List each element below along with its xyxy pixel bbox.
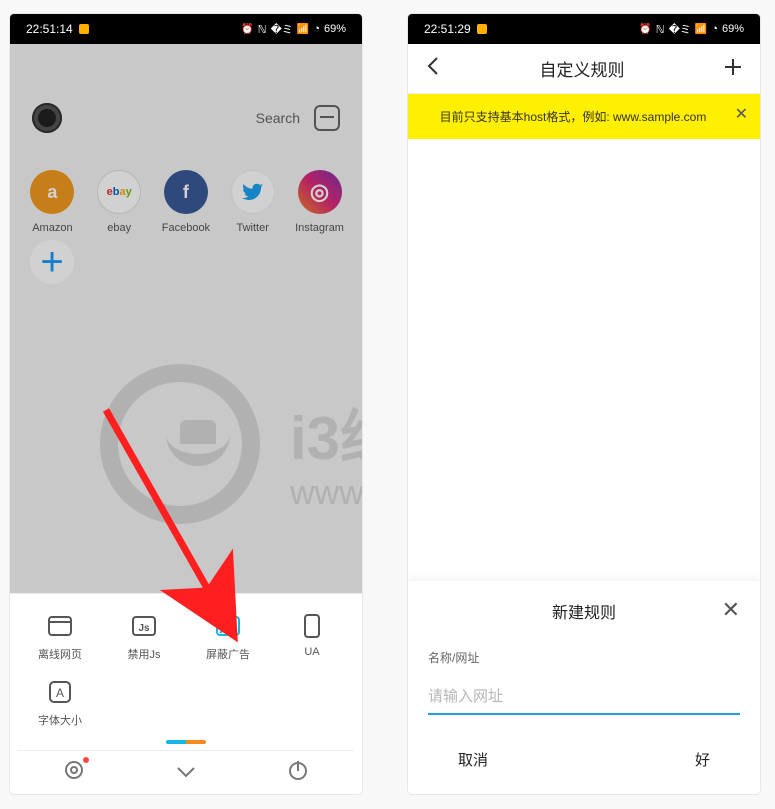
status-bar: 22:51:14 ℕ �ミ ◔ 69% bbox=[10, 14, 362, 44]
twitter-bird-icon bbox=[242, 181, 264, 203]
alarm-icon bbox=[241, 23, 253, 35]
add-rule-button[interactable] bbox=[724, 56, 742, 82]
qr-scan-icon[interactable] bbox=[314, 105, 340, 131]
tool-font-size[interactable]: A 字体大小 bbox=[18, 674, 102, 740]
plus-icon: + bbox=[30, 240, 74, 284]
tool-ua[interactable]: UA bbox=[270, 608, 354, 674]
close-banner-button[interactable]: ✕ bbox=[735, 104, 748, 124]
modal-title: 新建规则 bbox=[552, 599, 616, 623]
shortcut-ebay[interactable]: ebay ebay bbox=[95, 170, 144, 234]
add-shortcut-button[interactable]: + bbox=[30, 240, 74, 284]
signal-icon bbox=[297, 23, 309, 35]
svg-text:A: A bbox=[56, 686, 64, 700]
info-banner: 目前只支持基本host格式，例如: www.sample.com ✕ bbox=[408, 94, 760, 139]
chevron-down-icon bbox=[176, 766, 196, 778]
alarm-icon bbox=[639, 23, 651, 35]
status-indicator-icon bbox=[477, 24, 487, 34]
search-bar[interactable]: Search bbox=[10, 82, 362, 154]
battery-icon: ◔ bbox=[711, 23, 718, 35]
url-input[interactable] bbox=[428, 678, 740, 715]
power-icon bbox=[287, 759, 309, 781]
page-title: 自定义规则 bbox=[540, 56, 625, 81]
sheet-handle-icon[interactable] bbox=[166, 740, 206, 744]
back-button[interactable] bbox=[426, 56, 440, 82]
signal-icon bbox=[695, 23, 707, 35]
shortcut-amazon[interactable]: a Amazon bbox=[28, 170, 77, 234]
battery-text: 69% bbox=[722, 23, 744, 35]
status-time: 22:51:14 bbox=[26, 22, 73, 36]
notification-dot-icon bbox=[83, 757, 89, 763]
cancel-button[interactable]: 取消 bbox=[458, 749, 488, 770]
nfc-icon: ℕ bbox=[656, 23, 665, 36]
status-indicator-icon bbox=[79, 24, 89, 34]
nav-settings-button[interactable] bbox=[63, 759, 85, 787]
ok-button[interactable]: 好 bbox=[695, 749, 710, 770]
shortcut-instagram[interactable]: ◎ Instagram bbox=[295, 170, 344, 234]
tool-adblock[interactable]: AD 屏蔽广告 bbox=[186, 608, 270, 674]
info-banner-text: 目前只支持基本host格式，例如: www.sample.com bbox=[440, 110, 707, 124]
tools-bottom-sheet: 离线网页 Js 禁用Js AD 屏蔽广告 UA bbox=[10, 593, 362, 794]
font-size-icon: A bbox=[45, 680, 75, 704]
bottom-navbar bbox=[18, 750, 354, 794]
plus-icon bbox=[724, 58, 742, 76]
phone-right: 22:51:29 ℕ �ミ ◔ 69% 自定义规则 目前只支持基本host格式，… bbox=[408, 14, 760, 794]
wifi-icon: �ミ bbox=[669, 21, 691, 37]
field-label: 名称/网址 bbox=[428, 649, 740, 666]
chevron-left-icon bbox=[426, 56, 440, 76]
status-time: 22:51:29 bbox=[424, 22, 471, 36]
wifi-icon: �ミ bbox=[271, 21, 293, 37]
tool-offline-pages[interactable]: 离线网页 bbox=[18, 608, 102, 674]
battery-icon: ◔ bbox=[313, 23, 320, 35]
svg-text:Js: Js bbox=[138, 623, 150, 634]
shortcut-twitter[interactable]: Twitter bbox=[228, 170, 277, 234]
shortcut-row: a Amazon ebay ebay f Facebook Twitter ◎ … bbox=[10, 170, 362, 234]
search-label: Search bbox=[256, 110, 300, 126]
js-icon: Js bbox=[129, 614, 159, 638]
close-modal-button[interactable]: ✕ bbox=[722, 597, 740, 623]
battery-text: 69% bbox=[324, 23, 346, 35]
shortcut-facebook[interactable]: f Facebook bbox=[162, 170, 211, 234]
phone-icon bbox=[297, 614, 327, 638]
nfc-icon: ℕ bbox=[258, 23, 267, 36]
page-header: 自定义规则 bbox=[408, 44, 760, 94]
adblock-icon: AD bbox=[213, 614, 243, 638]
window-icon bbox=[45, 614, 75, 638]
nav-collapse-button[interactable] bbox=[176, 761, 196, 784]
nav-exit-button[interactable] bbox=[287, 759, 309, 787]
tool-disable-js[interactable]: Js 禁用Js bbox=[102, 608, 186, 674]
status-bar: 22:51:29 ℕ �ミ ◔ 69% bbox=[408, 14, 760, 44]
brave-lion-icon[interactable] bbox=[32, 103, 62, 133]
phone-left: 22:51:14 ℕ �ミ ◔ 69% Search a Amazon bbox=[10, 14, 362, 794]
new-rule-modal: 新建规则 ✕ 名称/网址 取消 好 bbox=[408, 581, 760, 794]
